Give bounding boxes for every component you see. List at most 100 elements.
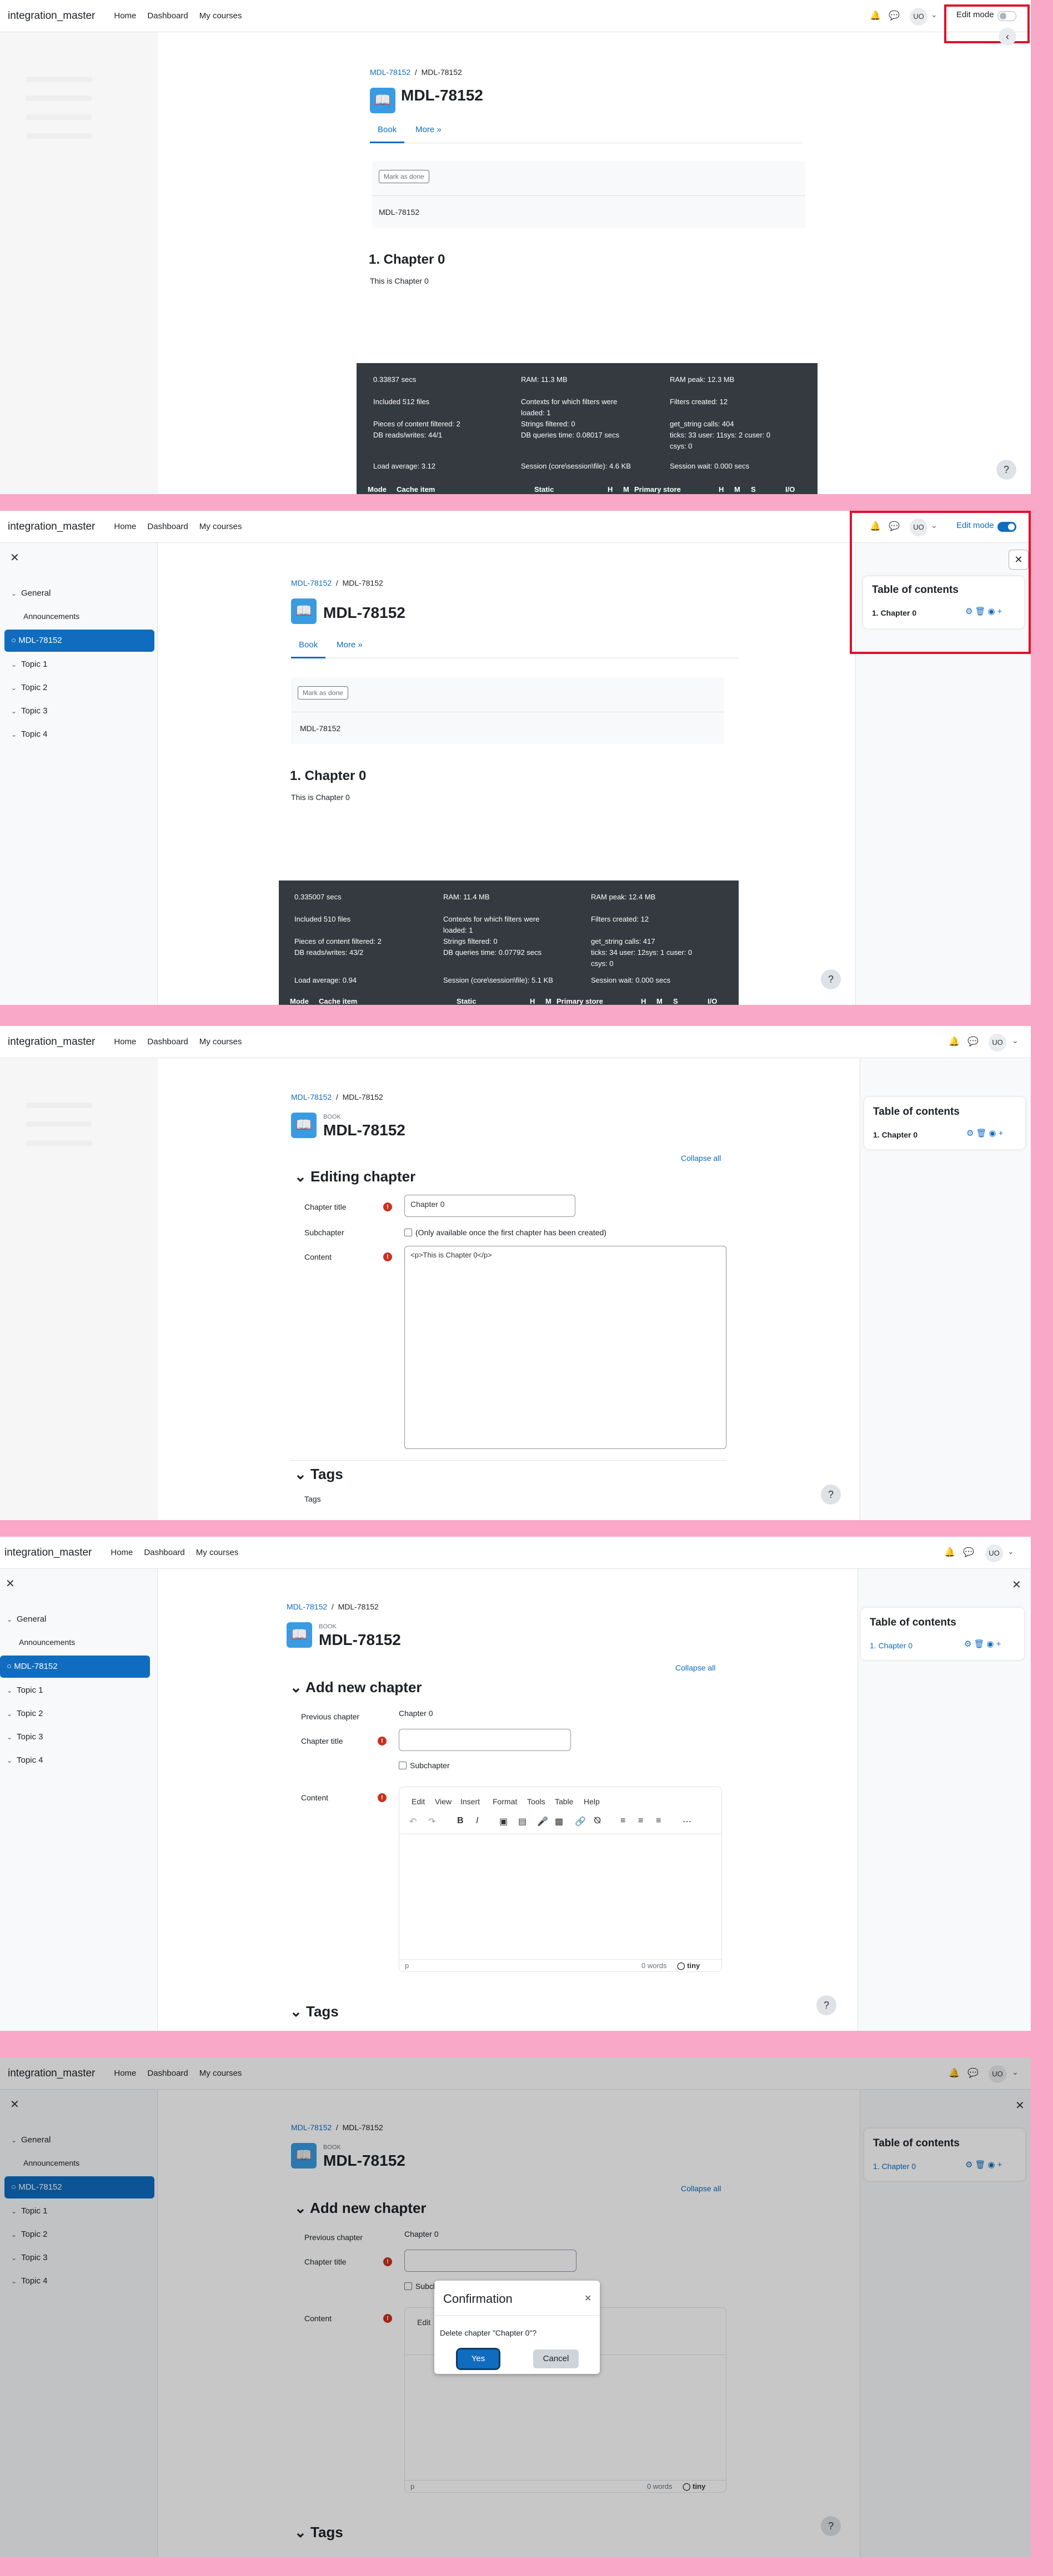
course-index-section[interactable]: ⌄ General bbox=[7, 1614, 46, 1624]
chevron-down-icon[interactable]: ⌄ bbox=[1007, 1547, 1014, 1556]
close-icon[interactable]: ✕ bbox=[1012, 1578, 1021, 1592]
yes-button[interactable]: Yes bbox=[456, 2348, 500, 2370]
nav-dashboard[interactable]: Dashboard bbox=[144, 1548, 184, 1557]
breadcrumb-link[interactable]: MDL-78152 bbox=[287, 1602, 327, 1611]
course-index-section[interactable]: ⌄ Topic 1 bbox=[7, 1686, 43, 1695]
menu-insert[interactable]: Insert bbox=[460, 1797, 480, 1806]
chapter-title-input[interactable]: Chapter 0 bbox=[404, 1195, 575, 1217]
unlink-icon[interactable]: ⦰ bbox=[594, 1816, 601, 1826]
course-index-section[interactable]: ⌄ Topic 3 bbox=[7, 1732, 43, 1742]
nav-home[interactable]: Home bbox=[114, 522, 136, 531]
bold-icon[interactable]: B bbox=[457, 1816, 464, 1826]
tab-book[interactable]: Book bbox=[370, 121, 405, 143]
course-index-section[interactable]: ⌄ Topic 3 bbox=[11, 706, 48, 716]
more-icon[interactable]: ⋯ bbox=[683, 1816, 691, 1827]
subchapter-checkbox[interactable]: Subchapter bbox=[399, 1761, 450, 1770]
nav-dashboard[interactable]: Dashboard bbox=[147, 1037, 188, 1046]
section-header-tags[interactable]: ⌄ Tags bbox=[294, 1466, 343, 1483]
section-header-tags[interactable]: ⌄ Tags bbox=[290, 2003, 339, 2020]
eye-icon[interactable]: ◉ bbox=[987, 1639, 996, 1649]
nav-home[interactable]: Home bbox=[114, 1037, 136, 1046]
collapse-all-link[interactable]: Collapse all bbox=[681, 1154, 721, 1163]
site-brand[interactable]: integration_master bbox=[8, 521, 95, 533]
tab-book[interactable]: Book bbox=[291, 636, 326, 658]
course-index-section[interactable]: ⌄ Topic 4 bbox=[11, 729, 48, 739]
italic-icon[interactable]: I bbox=[476, 1816, 478, 1826]
help-button[interactable]: ? bbox=[821, 1485, 841, 1505]
site-brand[interactable]: integration_master bbox=[8, 1036, 95, 1048]
nav-my-courses[interactable]: My courses bbox=[199, 11, 242, 21]
course-index-section[interactable]: ⌄ Topic 2 bbox=[11, 683, 48, 692]
help-button[interactable]: ? bbox=[821, 969, 841, 989]
section-header-editing[interactable]: ⌄ Editing chapter bbox=[294, 1168, 415, 1185]
breadcrumb-link[interactable]: MDL-78152 bbox=[291, 578, 332, 587]
nav-dashboard[interactable]: Dashboard bbox=[147, 11, 188, 21]
gear-icon[interactable]: ⚙ bbox=[964, 1639, 974, 1649]
menu-edit[interactable]: Edit bbox=[412, 1797, 425, 1806]
nav-home[interactable]: Home bbox=[114, 11, 136, 21]
menu-help[interactable]: Help bbox=[584, 1797, 600, 1806]
bell-icon[interactable]: 🔔 bbox=[870, 11, 881, 21]
video-icon[interactable]: ▩ bbox=[555, 1816, 563, 1827]
menu-tools[interactable]: Tools bbox=[527, 1797, 545, 1806]
nav-my-courses[interactable]: My courses bbox=[196, 1548, 239, 1557]
eye-icon[interactable]: ◉ bbox=[989, 1129, 999, 1138]
subchapter-checkbox[interactable]: (Only available once the first chapter h… bbox=[404, 1228, 606, 1237]
nav-dashboard[interactable]: Dashboard bbox=[147, 522, 188, 531]
course-index-section[interactable]: ⌄ Topic 2 bbox=[7, 1709, 43, 1718]
trash-icon[interactable]: 🗑 bbox=[974, 1639, 986, 1649]
collapse-all-link[interactable]: Collapse all bbox=[675, 1663, 715, 1672]
menu-table[interactable]: Table bbox=[555, 1797, 573, 1806]
redo-icon[interactable]: ↷ bbox=[428, 1816, 435, 1827]
gear-icon[interactable]: ⚙ bbox=[966, 1129, 976, 1138]
mark-as-done-button[interactable]: Mark as done bbox=[379, 170, 429, 183]
course-index-section[interactable]: ⌄ Topic 4 bbox=[7, 1755, 43, 1765]
nav-home[interactable]: Home bbox=[111, 1548, 133, 1557]
help-button[interactable]: ? bbox=[996, 460, 1016, 480]
nav-my-courses[interactable]: My courses bbox=[199, 1037, 242, 1046]
chevron-down-icon[interactable]: ⌄ bbox=[1012, 1036, 1019, 1045]
course-index-section[interactable]: ⌄ Topic 1 bbox=[11, 660, 48, 669]
toc-item[interactable]: 1. Chapter 0 bbox=[873, 1130, 917, 1139]
mark-as-done-button[interactable]: Mark as done bbox=[298, 686, 348, 700]
bell-icon[interactable]: 🔔 bbox=[949, 1037, 960, 1047]
close-icon[interactable]: ✕ bbox=[584, 2293, 591, 2304]
course-index-item[interactable]: Announcements bbox=[19, 1638, 75, 1647]
avatar[interactable]: UO bbox=[910, 8, 927, 26]
course-index-item[interactable]: Announcements bbox=[23, 612, 79, 621]
avatar[interactable]: UO bbox=[989, 1034, 1006, 1051]
chat-icon[interactable]: 💬 bbox=[963, 1548, 974, 1558]
chevron-down-icon[interactable]: ⌄ bbox=[931, 10, 937, 19]
link-icon[interactable]: 🔗 bbox=[575, 1816, 586, 1827]
help-button[interactable]: ? bbox=[816, 1995, 836, 2015]
avatar[interactable]: UO bbox=[985, 1544, 1003, 1562]
content-textarea[interactable]: <p>This is Chapter 0</p> bbox=[404, 1246, 726, 1449]
plus-icon[interactable]: + bbox=[996, 1639, 1004, 1649]
site-brand[interactable]: integration_master bbox=[4, 1547, 92, 1559]
media-icon[interactable]: ▤ bbox=[518, 1816, 526, 1827]
tab-more[interactable]: More » bbox=[329, 636, 370, 658]
toc-item[interactable]: 1. Chapter 0 bbox=[870, 1641, 912, 1650]
trash-icon[interactable]: 🗑 bbox=[976, 1129, 989, 1138]
bell-icon[interactable]: 🔔 bbox=[944, 1548, 955, 1558]
section-header-add[interactable]: ⌄ Add new chapter bbox=[290, 1679, 422, 1696]
breadcrumb-link[interactable]: MDL-78152 bbox=[291, 1093, 332, 1101]
chapter-title-input[interactable] bbox=[399, 1729, 571, 1751]
plus-icon[interactable]: + bbox=[999, 1129, 1006, 1138]
site-brand[interactable]: integration_master bbox=[8, 10, 95, 22]
breadcrumb-link[interactable]: MDL-78152 bbox=[370, 68, 410, 77]
tab-more[interactable]: More » bbox=[408, 121, 449, 143]
image-icon[interactable]: ▣ bbox=[499, 1816, 508, 1827]
menu-format[interactable]: Format bbox=[493, 1797, 517, 1806]
chat-icon[interactable]: 💬 bbox=[889, 11, 900, 21]
chat-icon[interactable]: 💬 bbox=[967, 1037, 979, 1047]
course-index-item-active[interactable]: ○ MDL-78152 bbox=[4, 630, 154, 652]
align-left-icon[interactable]: ≡ bbox=[620, 1816, 625, 1826]
microphone-icon[interactable]: 🎤 bbox=[537, 1816, 548, 1827]
nav-my-courses[interactable]: My courses bbox=[199, 522, 242, 531]
cancel-button[interactable]: Cancel bbox=[533, 2349, 579, 2368]
course-index-section[interactable]: ⌄ General bbox=[11, 588, 51, 598]
undo-icon[interactable]: ↶ bbox=[409, 1816, 417, 1827]
menu-view[interactable]: View bbox=[435, 1797, 452, 1806]
align-center-icon[interactable]: ≡ bbox=[638, 1816, 643, 1826]
